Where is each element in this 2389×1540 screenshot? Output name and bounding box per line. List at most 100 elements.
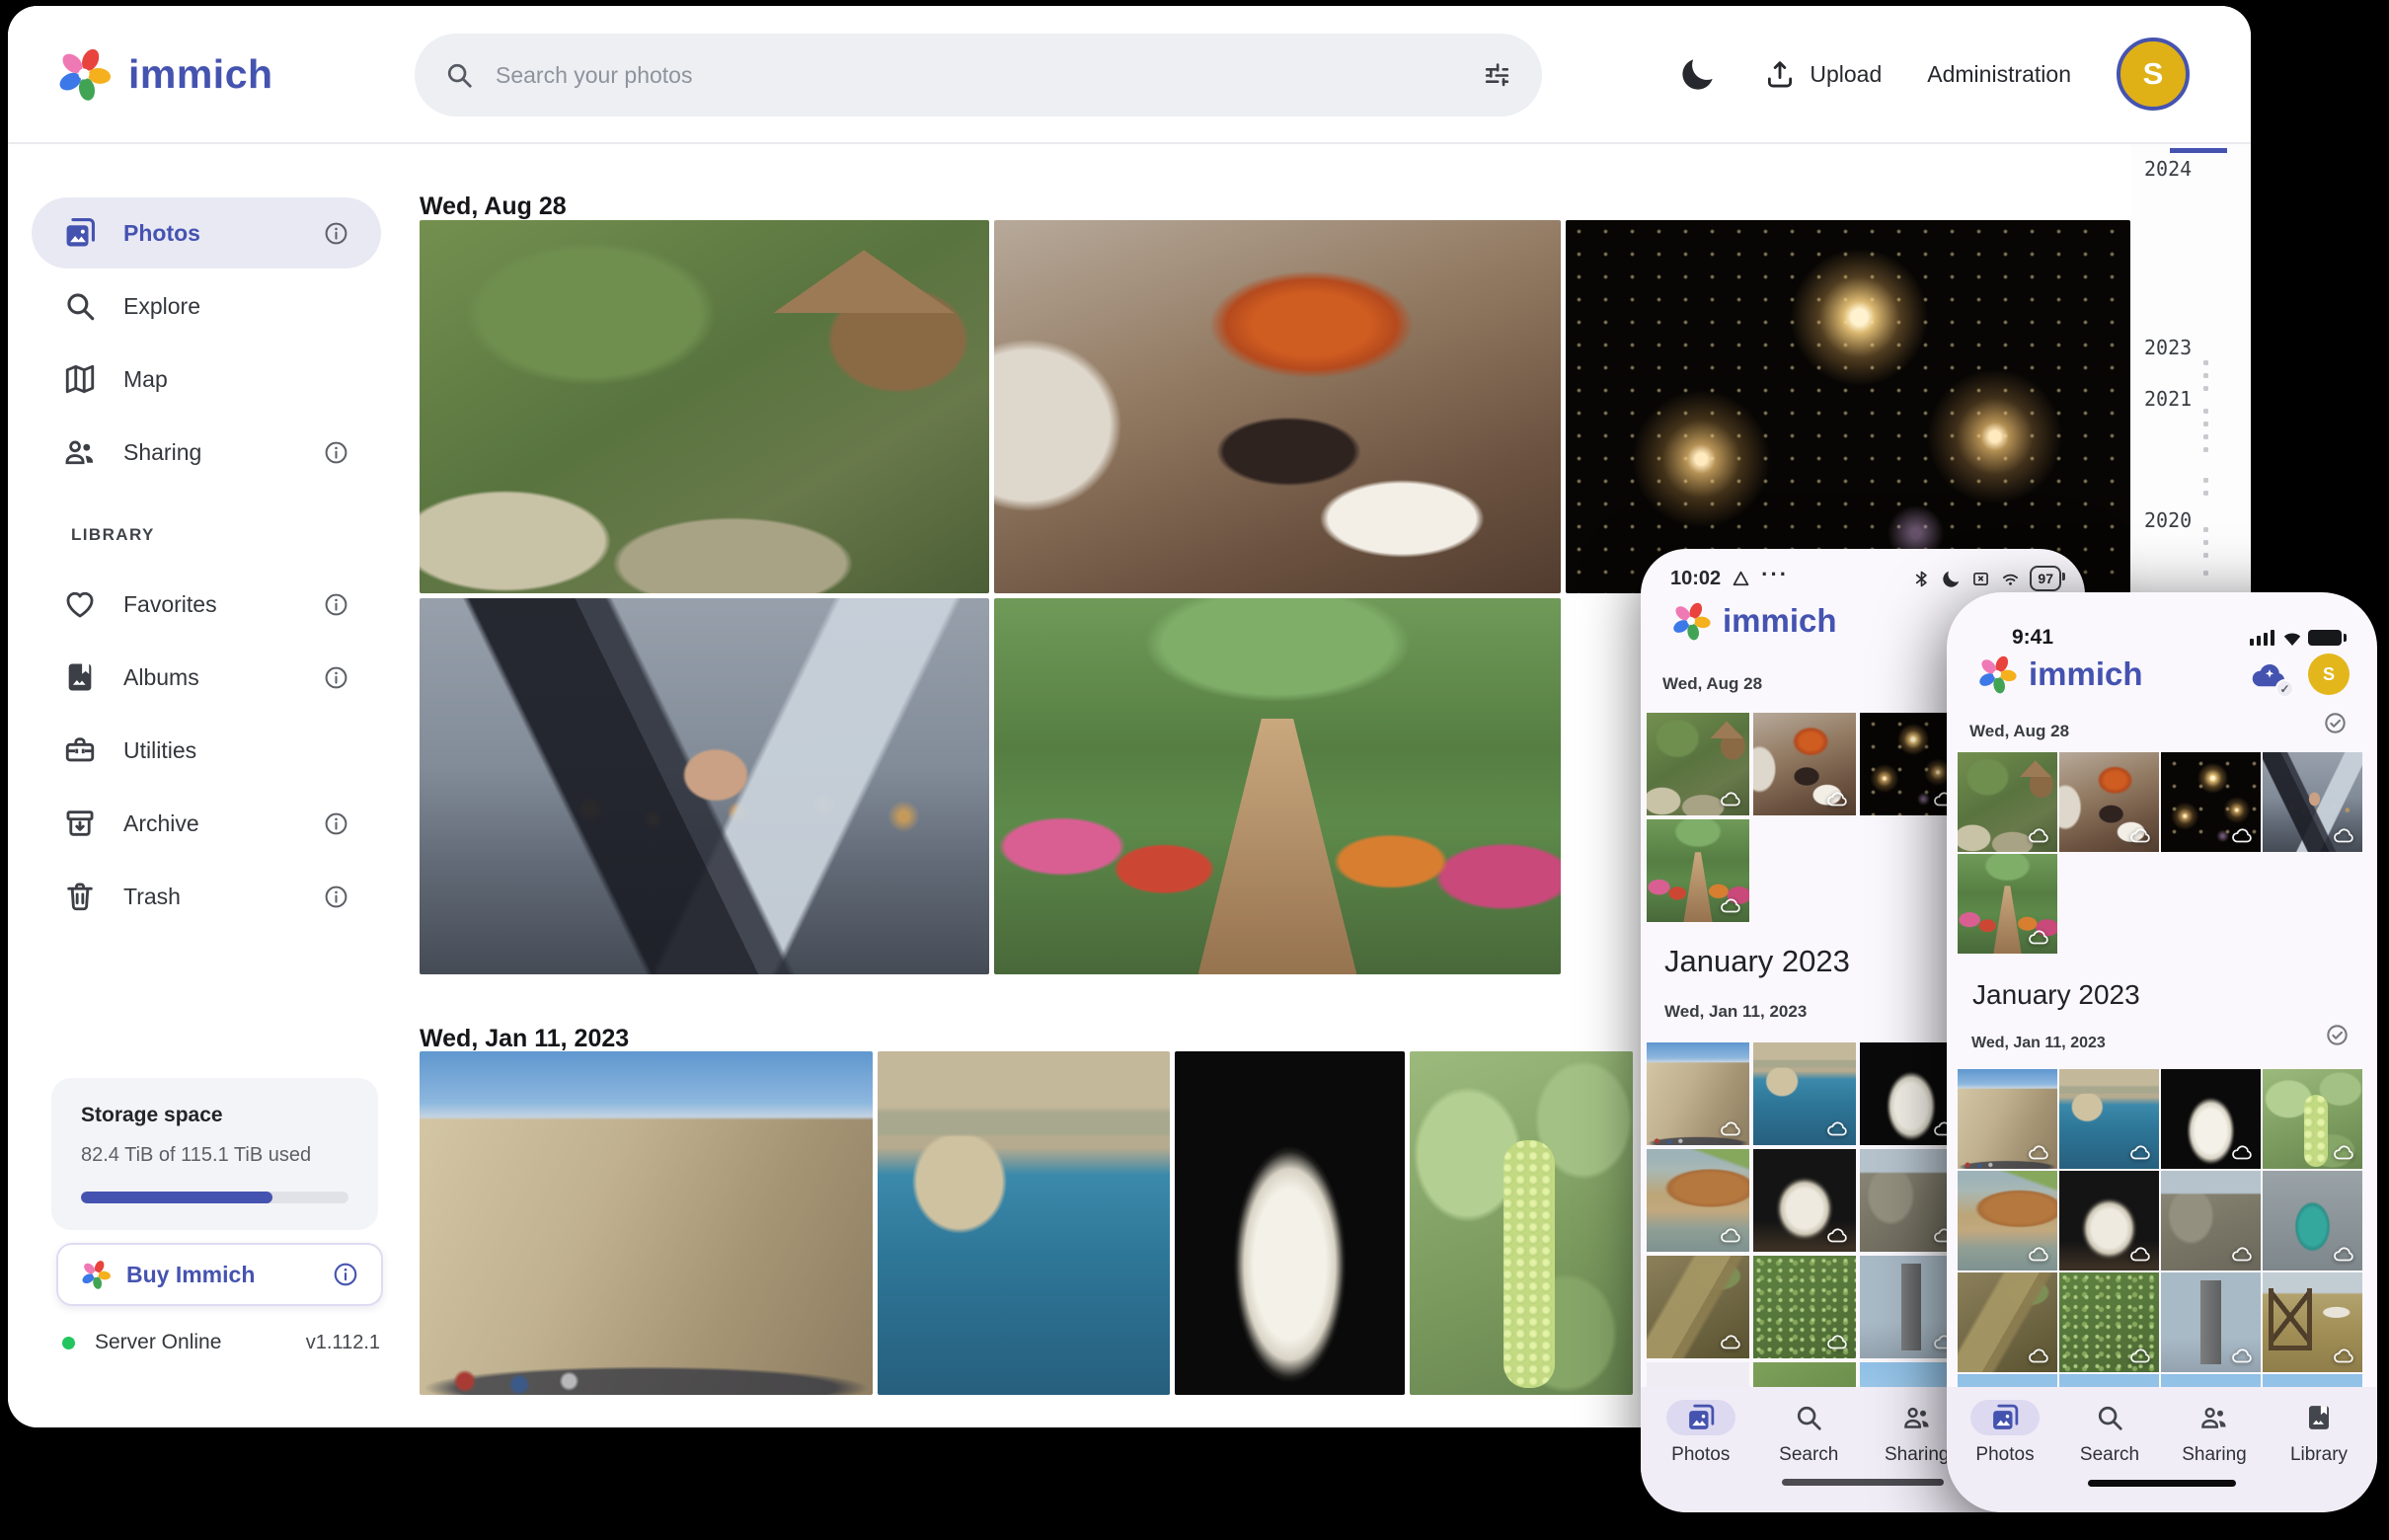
photo-moss[interactable] bbox=[1753, 1256, 1856, 1358]
photo-fort[interactable] bbox=[1647, 1042, 1749, 1145]
photo-beach[interactable] bbox=[1647, 1149, 1749, 1252]
photo-lizard[interactable] bbox=[1647, 1256, 1749, 1358]
nav-label: Sharing bbox=[2182, 1444, 2247, 1466]
photo-dinner[interactable] bbox=[2059, 752, 2159, 852]
photo-hands[interactable] bbox=[2263, 752, 2362, 852]
search-filters-icon[interactable] bbox=[1482, 60, 1512, 91]
sidebar-item-utilities[interactable]: Utilities bbox=[32, 715, 381, 786]
battery-indicator: 97 bbox=[2030, 566, 2061, 591]
search-input[interactable] bbox=[494, 61, 1462, 90]
scrubber-dot bbox=[2203, 447, 2208, 452]
photo-moss[interactable] bbox=[2059, 1272, 2159, 1372]
scrubber-dot bbox=[2203, 478, 2208, 483]
photo-ruins[interactable] bbox=[2161, 1171, 2261, 1270]
phone1-clock: 10:02 bbox=[1670, 568, 1721, 590]
info-icon[interactable] bbox=[323, 439, 349, 466]
photos-icon bbox=[1686, 1403, 1716, 1432]
nav-label: Library bbox=[2290, 1444, 2348, 1466]
photo-row bbox=[420, 1051, 1633, 1395]
scrubber-year[interactable]: 2020 bbox=[2144, 508, 2192, 532]
photo-fireworks[interactable] bbox=[2161, 752, 2261, 852]
photo-dinner[interactable] bbox=[1753, 713, 1856, 815]
user-avatar[interactable]: S bbox=[2117, 38, 2190, 111]
phone2-header-actions: ✓ S bbox=[2246, 654, 2350, 695]
select-all-check-icon[interactable] bbox=[2323, 711, 2348, 735]
photo-fireworks[interactable] bbox=[1566, 220, 2130, 593]
upload-button[interactable]: Upload bbox=[1763, 57, 1882, 91]
sidebar-item-trash[interactable]: Trash bbox=[32, 861, 381, 932]
photo-dinner[interactable] bbox=[994, 220, 1561, 593]
cloud-sync-icon bbox=[1825, 1223, 1849, 1247]
photo-lizard[interactable] bbox=[1958, 1272, 2057, 1372]
photo-bust[interactable] bbox=[2161, 1069, 2261, 1169]
photo-path[interactable] bbox=[1958, 854, 2057, 954]
wifi-icon bbox=[2000, 569, 2021, 589]
select-all-check-icon[interactable] bbox=[2325, 1023, 2350, 1047]
sidebar-item-label: Sharing bbox=[123, 439, 201, 466]
info-icon[interactable] bbox=[323, 810, 349, 837]
photo-grapes[interactable] bbox=[1410, 1051, 1633, 1395]
photo-seafort[interactable] bbox=[878, 1051, 1170, 1395]
sidebar-item-photos[interactable]: Photos bbox=[32, 197, 381, 269]
photo-hands[interactable] bbox=[420, 598, 989, 974]
photo-monkeys[interactable] bbox=[1647, 713, 1749, 815]
scrubber-year[interactable]: 2023 bbox=[2144, 336, 2192, 359]
dnd-moon-icon bbox=[1941, 569, 1962, 589]
photo-farm[interactable] bbox=[2263, 1272, 2362, 1372]
cloud-sync-icon bbox=[2128, 1140, 2152, 1164]
info-icon[interactable] bbox=[323, 884, 349, 910]
cloud-sync-icon bbox=[2332, 1344, 2355, 1367]
immich-flower-icon bbox=[1670, 600, 1712, 642]
photo-monkeys[interactable] bbox=[420, 220, 989, 593]
sidebar-item-map[interactable]: Map bbox=[32, 344, 381, 415]
buy-immich-button[interactable]: Buy Immich bbox=[56, 1243, 383, 1306]
sidebar-item-sharing[interactable]: Sharing bbox=[32, 417, 381, 488]
info-icon[interactable] bbox=[323, 220, 349, 247]
sidebar-item-albums[interactable]: Albums bbox=[32, 642, 381, 713]
scrubber-dot bbox=[2203, 434, 2208, 439]
photo-stonebust[interactable] bbox=[2059, 1171, 2159, 1270]
home-indicator[interactable] bbox=[2088, 1480, 2236, 1487]
photo-fort[interactable] bbox=[1958, 1069, 2057, 1169]
battery-icon bbox=[2308, 630, 2342, 646]
dark-mode-toggle-moon-icon[interactable] bbox=[1678, 54, 1718, 94]
photo-seafort[interactable] bbox=[1753, 1042, 1856, 1145]
photo-beach[interactable] bbox=[1958, 1171, 2057, 1270]
backup-cloud-icon[interactable]: ✓ bbox=[2246, 654, 2291, 695]
nav-label: Search bbox=[2080, 1444, 2139, 1466]
photo-fort[interactable] bbox=[420, 1051, 873, 1395]
nav-label: Photos bbox=[1975, 1444, 2034, 1466]
nav-item-photos[interactable]: Photos bbox=[1953, 1387, 2057, 1512]
photo-stonebust[interactable] bbox=[1753, 1149, 1856, 1252]
date-group-header: Wed, Aug 28 bbox=[1662, 674, 1762, 694]
nav-item-search[interactable]: Search bbox=[1755, 1387, 1864, 1512]
photo-tealtree[interactable] bbox=[2263, 1171, 2362, 1270]
info-icon[interactable] bbox=[323, 591, 349, 618]
immich-logo[interactable]: immich bbox=[55, 6, 273, 142]
nav-item-library[interactable]: Library bbox=[2267, 1387, 2371, 1512]
scrubber-dot bbox=[2203, 527, 2208, 532]
sidebar-item-label: Utilities bbox=[123, 737, 196, 764]
upload-label: Upload bbox=[1810, 61, 1882, 88]
sidebar-item-favorites[interactable]: Favorites bbox=[32, 569, 381, 640]
photo-tower[interactable] bbox=[2161, 1272, 2261, 1372]
photo-bust[interactable] bbox=[1175, 1051, 1405, 1395]
nav-item-search[interactable]: Search bbox=[2057, 1387, 2162, 1512]
photo-grapes[interactable] bbox=[2263, 1069, 2362, 1169]
photo-path[interactable] bbox=[1647, 819, 1749, 922]
nav-item-photos[interactable]: Photos bbox=[1647, 1387, 1755, 1512]
sidebar-item-archive[interactable]: Archive bbox=[32, 788, 381, 859]
home-indicator[interactable] bbox=[1782, 1479, 1944, 1486]
cloud-sync-icon bbox=[1719, 893, 1742, 917]
administration-link[interactable]: Administration bbox=[1927, 61, 2071, 88]
sidebar-item-explore[interactable]: Explore bbox=[32, 270, 381, 342]
buy-info-icon[interactable] bbox=[332, 1261, 359, 1288]
scrubber-year[interactable]: 2021 bbox=[2144, 387, 2192, 411]
photo-path[interactable] bbox=[994, 598, 1561, 974]
photo-seafort[interactable] bbox=[2059, 1069, 2159, 1169]
info-icon[interactable] bbox=[323, 664, 349, 691]
user-avatar[interactable]: S bbox=[2308, 654, 2350, 695]
photo-monkeys[interactable] bbox=[1958, 752, 2057, 852]
nav-item-sharing[interactable]: Sharing bbox=[2162, 1387, 2267, 1512]
search-bar[interactable] bbox=[415, 34, 1542, 116]
